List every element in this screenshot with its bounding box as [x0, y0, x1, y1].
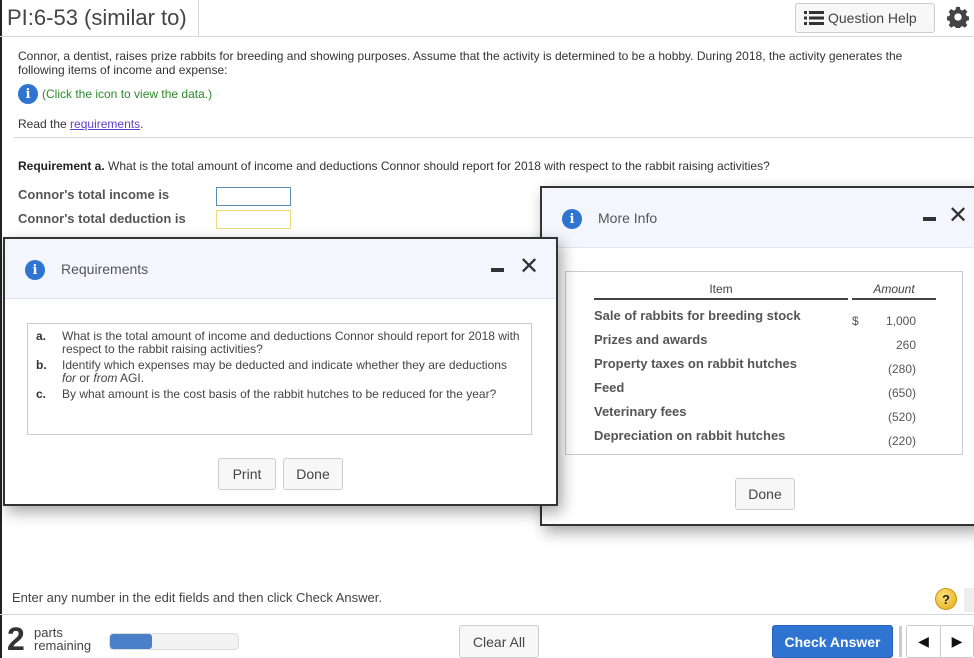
check-answer-button[interactable]: Check Answer	[772, 625, 893, 658]
minimize-icon[interactable]	[923, 217, 936, 221]
table-row-item: Feed	[594, 380, 625, 395]
print-button[interactable]: Print	[218, 458, 276, 490]
table-row-item: Veterinary fees	[594, 404, 687, 419]
requirement-item: c. By what amount is the cost basis of t…	[36, 388, 523, 401]
progress-fill	[110, 634, 153, 649]
question-help-label: Question Help	[828, 10, 917, 26]
page-title: PI:6-53 (similar to)	[7, 5, 187, 30]
requirements-dialog: i Requirements ✕ a. What is the total am…	[3, 237, 558, 506]
info-icon: i	[562, 209, 582, 229]
page-border	[0, 0, 2, 658]
progress-bar	[109, 633, 239, 650]
title-divider	[198, 0, 199, 37]
more-info-done-button[interactable]: Done	[735, 478, 795, 510]
next-question-button[interactable]: ▶	[939, 626, 973, 657]
nav-separator	[899, 626, 902, 657]
help-icon[interactable]: ?	[935, 588, 957, 610]
question-help-button[interactable]: Question Help	[795, 3, 935, 33]
data-table: Item Amount Sale of rabbits for breeding…	[565, 271, 963, 455]
table-row-amount: (650)	[887, 386, 916, 400]
read-prefix: Read the	[18, 117, 71, 131]
table-row-amount: 260	[895, 338, 916, 352]
requirements-list: a. What is the total amount of income an…	[27, 323, 532, 435]
column-header-item: Item	[594, 282, 848, 300]
table-row-item: Property taxes on rabbit hutches	[594, 356, 797, 371]
table-row-item: Depreciation on rabbit hutches	[594, 428, 786, 443]
table-row-amount: (520)	[887, 410, 916, 424]
previous-question-button[interactable]: ◀	[907, 626, 940, 657]
close-icon[interactable]: ✕	[519, 252, 539, 280]
table-row-item: Prizes and awards	[594, 332, 708, 347]
requirement-a-text: What is the total amount of income and d…	[104, 159, 770, 173]
requirement-item: a. What is the total amount of income an…	[36, 330, 523, 356]
requirements-title: Requirements	[61, 261, 149, 277]
gear-icon[interactable]	[947, 6, 969, 28]
section-divider	[14, 137, 974, 138]
total-income-label: Connor's total income is	[18, 187, 170, 202]
read-suffix: .	[140, 117, 144, 131]
requirement-a-label: Requirement a.	[18, 159, 105, 173]
info-icon[interactable]: i	[18, 84, 38, 104]
problem-statement: Connor, a dentist, raises prize rabbits …	[18, 49, 903, 77]
total-deduction-input[interactable]	[216, 210, 291, 229]
data-link-row[interactable]: i (Click the icon to view the data.)	[18, 84, 212, 104]
requirements-header: i Requirements ✕	[5, 239, 556, 299]
requirement-text: What is the total amount of income and d…	[62, 329, 520, 356]
requirement-letter: b.	[36, 358, 47, 372]
table-row-amount: (280)	[887, 362, 916, 376]
column-header-amount: Amount	[852, 282, 936, 300]
footer-divider	[0, 614, 974, 615]
clear-all-button[interactable]: Clear All	[459, 625, 539, 658]
data-link-text[interactable]: (Click the icon to view the data.)	[42, 87, 212, 101]
requirement-letter: a.	[36, 329, 47, 343]
more-info-header: i More Info ✕	[542, 188, 974, 248]
requirement-letter: c.	[36, 387, 47, 401]
total-deduction-label: Connor's total deduction is	[18, 211, 186, 226]
requirements-done-button[interactable]: Done	[283, 458, 343, 490]
hint-text: Enter any number in the edit fields and …	[12, 590, 382, 605]
header: PI:6-53 (similar to) Question Help	[0, 0, 974, 37]
list-icon	[804, 11, 824, 25]
requirement-item: b. Identify which expenses may be deduct…	[36, 359, 523, 385]
requirement-text: Identify which expenses may be deducted …	[62, 358, 507, 385]
close-icon[interactable]: ✕	[948, 201, 968, 229]
read-requirements-line: Read the requirements.	[18, 117, 143, 131]
minimize-icon[interactable]	[491, 268, 504, 272]
parts-remaining-count: 2	[7, 621, 25, 657]
requirement-a-question: Requirement a. What is the total amount …	[18, 159, 770, 173]
table-row-amount: (220)	[887, 434, 916, 448]
table-row-currency: $	[852, 314, 859, 328]
table-row-amount: 1,000	[885, 314, 916, 328]
total-income-input[interactable]	[216, 187, 291, 206]
requirement-text: By what amount is the cost basis of the …	[62, 387, 497, 401]
parts-remaining-label: parts remaining	[34, 625, 92, 653]
table-row-item: Sale of rabbits for breeding stock	[594, 308, 801, 323]
requirements-link[interactable]: requirements	[70, 117, 140, 131]
info-icon: i	[25, 260, 45, 280]
scroll-arrows-icon[interactable]	[964, 588, 974, 612]
more-info-dialog: i More Info ✕ Item Amount Sale of rabbit…	[540, 186, 974, 526]
question-nav: ◀ ▶	[906, 625, 974, 658]
more-info-title: More Info	[598, 210, 658, 226]
